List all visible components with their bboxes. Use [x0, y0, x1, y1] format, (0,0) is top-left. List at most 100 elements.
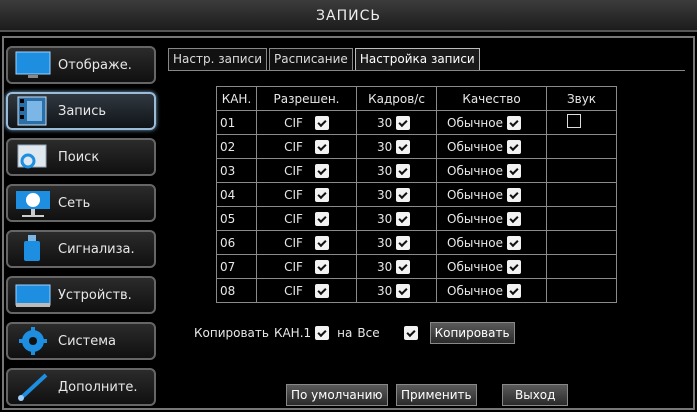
resolution-select[interactable]: CIF	[284, 163, 329, 178]
alarm-icon	[14, 233, 52, 265]
copy-target-select[interactable]: Все	[357, 326, 418, 340]
sidebar-item-system[interactable]: Система	[6, 322, 156, 360]
apply-button[interactable]: Применить	[396, 384, 477, 406]
tab-schedule[interactable]: Расписание	[269, 48, 353, 70]
sidebar-item-label: Поиск	[58, 149, 100, 165]
table-row: 04 CIF 30 Обычное	[216, 182, 617, 207]
chevron-down-icon[interactable]	[315, 326, 330, 340]
fps-cell: 30	[356, 278, 437, 303]
quality-select[interactable]: Обычное	[447, 187, 521, 202]
resolution-value: CIF	[284, 211, 303, 226]
gear-icon	[14, 325, 52, 357]
chevron-down-icon[interactable]	[314, 259, 329, 274]
brush-icon	[14, 371, 52, 403]
table-header-row: КАН. Разрешен. Кадров/с Качество Звук	[216, 86, 617, 111]
chevron-down-icon[interactable]	[314, 187, 329, 202]
default-button[interactable]: По умолчанию	[286, 384, 388, 406]
quality-value: Обычное	[447, 115, 503, 130]
resolution-value: CIF	[284, 259, 303, 274]
chevron-down-icon[interactable]	[506, 259, 521, 274]
quality-select[interactable]: Обычное	[447, 283, 521, 298]
chevron-down-icon[interactable]	[314, 283, 329, 298]
chevron-down-icon[interactable]	[396, 115, 411, 130]
copy-to-label: на	[337, 326, 353, 340]
tab-record-config[interactable]: Настройка записи	[354, 48, 480, 70]
quality-value: Обычное	[447, 139, 503, 154]
channel-cell: 05	[216, 206, 257, 231]
chevron-down-icon[interactable]	[314, 235, 329, 250]
chevron-down-icon[interactable]	[314, 115, 329, 130]
chevron-down-icon[interactable]	[506, 187, 521, 202]
monitor-icon	[14, 49, 52, 81]
quality-cell: Обычное	[436, 134, 547, 159]
sidebar-item-record[interactable]: Запись	[6, 92, 156, 130]
sidebar-item-display[interactable]: Отображе.	[6, 46, 156, 84]
sound-cell	[546, 206, 617, 231]
fps-select[interactable]: 30	[377, 259, 411, 274]
resolution-value: CIF	[284, 139, 303, 154]
quality-select[interactable]: Обычное	[447, 211, 521, 226]
sidebar-item-label: Система	[58, 333, 117, 349]
resolution-select[interactable]: CIF	[284, 211, 329, 226]
copy-source-select[interactable]: КАН.1	[273, 326, 330, 340]
chevron-down-icon[interactable]	[506, 139, 521, 154]
chevron-down-icon[interactable]	[314, 211, 329, 226]
chevron-down-icon[interactable]	[396, 187, 411, 202]
chevron-down-icon[interactable]	[314, 139, 329, 154]
resolution-select[interactable]: CIF	[284, 235, 329, 250]
chevron-down-icon[interactable]	[506, 115, 521, 130]
chevron-down-icon[interactable]	[396, 139, 411, 154]
quality-select[interactable]: Обычное	[447, 115, 521, 130]
resolution-select[interactable]: CIF	[284, 259, 329, 274]
fps-select[interactable]: 30	[377, 115, 411, 130]
chevron-down-icon[interactable]	[396, 259, 411, 274]
fps-select[interactable]: 30	[377, 211, 411, 226]
fps-select[interactable]: 30	[377, 235, 411, 250]
exit-button[interactable]: Выход	[502, 384, 569, 406]
sidebar-item-advanced[interactable]: Дополните.	[6, 368, 156, 406]
channel-cell: 02	[216, 134, 257, 159]
table-row: 06 CIF 30 Обычное	[216, 230, 617, 255]
resolution-select[interactable]: CIF	[284, 283, 329, 298]
copy-source-value: КАН.1	[273, 326, 312, 340]
quality-select[interactable]: Обычное	[447, 259, 521, 274]
chevron-down-icon[interactable]	[314, 163, 329, 178]
resolution-select[interactable]: CIF	[284, 115, 329, 130]
sound-cell	[546, 134, 617, 159]
chevron-down-icon[interactable]	[506, 211, 521, 226]
fps-select[interactable]: 30	[377, 163, 411, 178]
fps-select[interactable]: 30	[377, 187, 411, 202]
fps-value: 30	[377, 139, 393, 154]
sidebar-item-label: Сигнализа.	[58, 241, 135, 257]
tab-record-settings[interactable]: Настр. записи	[168, 48, 267, 70]
quality-select[interactable]: Обычное	[447, 139, 521, 154]
channel-cell: 04	[216, 182, 257, 207]
chevron-down-icon[interactable]	[396, 283, 411, 298]
sidebar-item-network[interactable]: Сеть	[6, 184, 156, 222]
chevron-down-icon[interactable]	[506, 235, 521, 250]
copy-button[interactable]: Копировать	[429, 322, 515, 344]
chevron-down-icon[interactable]	[396, 235, 411, 250]
sidebar-item-devices[interactable]: Устройств.	[6, 276, 156, 314]
quality-value: Обычное	[447, 259, 503, 274]
window-title: ЗАПИСЬ	[0, 0, 697, 32]
chevron-down-icon[interactable]	[403, 326, 418, 340]
fps-select[interactable]: 30	[377, 139, 411, 154]
sound-cell	[546, 278, 617, 303]
quality-select[interactable]: Обычное	[447, 235, 521, 250]
resolution-select[interactable]: CIF	[284, 139, 329, 154]
sidebar-item-alarm[interactable]: Сигнализа.	[6, 230, 156, 268]
fps-cell: 30	[356, 134, 437, 159]
fps-cell: 30	[356, 158, 437, 183]
sound-checkbox[interactable]	[567, 114, 581, 128]
chevron-down-icon[interactable]	[506, 283, 521, 298]
quality-cell: Обычное	[436, 254, 547, 279]
chevron-down-icon[interactable]	[396, 211, 411, 226]
channel-cell: 07	[216, 254, 257, 279]
quality-select[interactable]: Обычное	[447, 163, 521, 178]
fps-select[interactable]: 30	[377, 283, 411, 298]
sidebar-item-search[interactable]: Поиск	[6, 138, 156, 176]
chevron-down-icon[interactable]	[396, 163, 411, 178]
chevron-down-icon[interactable]	[506, 163, 521, 178]
resolution-select[interactable]: CIF	[284, 187, 329, 202]
